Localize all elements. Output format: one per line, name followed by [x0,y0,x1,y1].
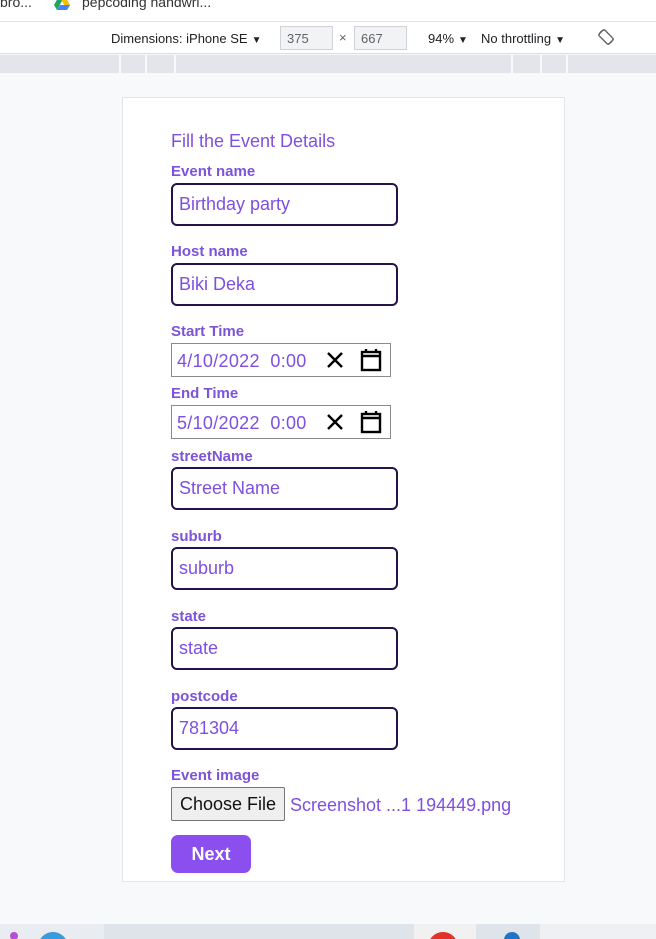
ruler-divider [145,55,147,73]
choose-file-button[interactable]: Choose File [171,787,285,821]
app-icon[interactable] [504,932,520,939]
ruler-divider [511,55,513,73]
calendar-icon[interactable] [360,410,382,434]
end-time-input[interactable]: 5/10/2022 0:00 [171,405,391,439]
host-name-input[interactable] [171,263,398,306]
google-drive-icon [54,0,70,10]
dimensions-dropdown[interactable]: Dimensions: iPhone SE ▼ [111,31,261,46]
street-name-input[interactable] [171,467,398,510]
end-time-value: 5/10/2022 0:00 [177,413,307,433]
start-time-label: Start Time [171,323,245,340]
clear-icon[interactable] [326,410,344,434]
ruler-divider [566,55,568,73]
event-details-form: Fill the Event Details Event name Host n… [122,97,565,882]
start-time-input[interactable]: 4/10/2022 0:00 [171,343,391,377]
device-toolbar: Dimensions: iPhone SE ▼ 375 × 667 94% ▼ No… [0,22,656,54]
event-name-input[interactable] [171,183,398,226]
bookmark-item[interactable]: bro... [0,0,32,10]
media-query-ruler [0,55,656,73]
bookmarks-bar: bro... pepcoding handwri... [0,0,656,22]
bookmark-item[interactable]: pepcoding handwri... [82,0,211,10]
rotate-icon[interactable] [597,28,615,46]
selected-file-name: Screenshot ...1 194449.png [290,795,512,815]
end-time-label: End Time [171,385,239,402]
suburb-input[interactable] [171,547,398,590]
event-name-label: Event name [171,163,256,180]
widget-icon[interactable] [10,932,18,939]
taskbar-segment [540,924,656,939]
form-title: Fill the Event Details [171,131,336,151]
clear-icon[interactable] [326,348,344,372]
suburb-label: suburb [171,528,222,545]
ruler-divider [174,55,176,73]
viewport-height-input[interactable]: 667 [354,26,407,50]
host-name-label: Host name [171,243,248,260]
state-label: state [171,608,207,625]
start-time-value: 4/10/2022 0:00 [177,351,307,371]
os-taskbar [0,924,656,939]
postcode-label: postcode [171,688,238,705]
times-sign: × [339,30,347,45]
page-viewport: Fill the Event Details Event name Host n… [0,73,656,924]
event-image-label: Event image [171,767,260,784]
ruler-divider [119,55,121,73]
next-button[interactable]: Next [171,835,251,873]
zoom-dropdown[interactable]: 94% ▼ [428,31,468,46]
street-name-label: streetName [171,448,253,465]
throttling-dropdown[interactable]: No throttling ▼ [481,31,565,46]
state-input[interactable] [171,627,398,670]
calendar-icon[interactable] [360,348,382,372]
ruler-divider [540,55,542,73]
viewport-width-input[interactable]: 375 [280,26,333,50]
postcode-input[interactable] [171,707,398,750]
